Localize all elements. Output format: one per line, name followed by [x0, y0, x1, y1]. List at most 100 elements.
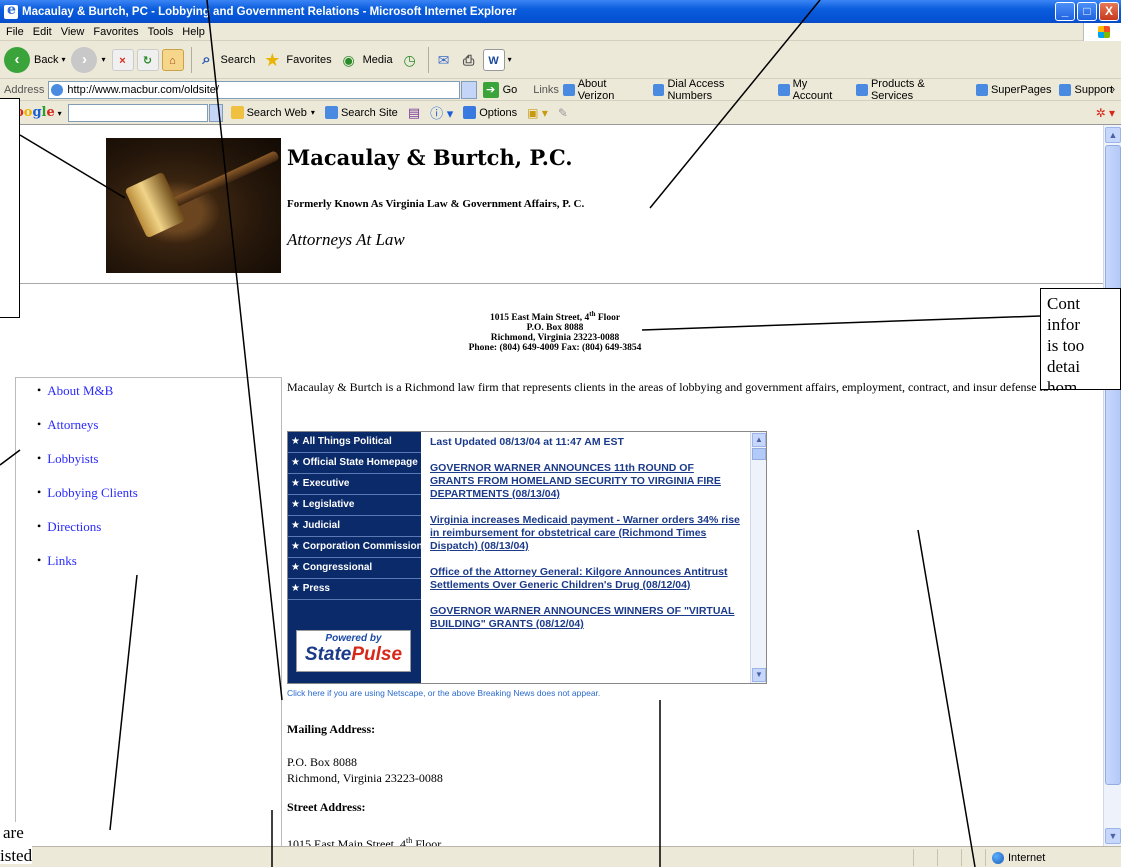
- news-category[interactable]: ★ All Things Political: [288, 432, 421, 453]
- chevron-right-icon[interactable]: »: [1109, 84, 1115, 95]
- options-button[interactable]: Options: [463, 106, 517, 119]
- street-address: 1015 East Main Street, 4th Floor: [287, 836, 442, 846]
- search-web-button[interactable]: Search Web ▾: [230, 106, 315, 119]
- status-cell: [937, 849, 961, 866]
- nav-item: About M&B: [37, 383, 138, 417]
- news-scroll-thumb[interactable]: [752, 448, 766, 460]
- link-products-services[interactable]: Products & Services: [856, 78, 968, 102]
- window-title: Macaulay & Burtch, PC - Lobbying and Gov…: [22, 5, 517, 18]
- statepulse-logo[interactable]: Powered by StatePulse: [296, 630, 411, 672]
- news-category[interactable]: ★ Executive: [288, 474, 421, 495]
- print-icon[interactable]: ⎙: [458, 49, 480, 71]
- go-button[interactable]: ➔ Go: [482, 81, 518, 98]
- info-icon[interactable]: ⓘ ▾: [430, 103, 453, 122]
- menu-help[interactable]: Help: [182, 26, 205, 38]
- search-button[interactable]: ⌕ Search: [196, 49, 255, 71]
- nav-lobbyists[interactable]: Lobbyists: [47, 451, 98, 467]
- highlighter-icon[interactable]: ✎: [558, 106, 568, 120]
- google-search-input[interactable]: [67, 103, 208, 122]
- chevron-down-icon: ▾: [101, 55, 106, 64]
- word-edit-icon[interactable]: W: [482, 48, 505, 71]
- link-dial-access[interactable]: Dial Access Numbers: [652, 78, 770, 102]
- popup-blocker-icon[interactable]: ▣ ▾: [527, 106, 548, 120]
- link-my-account[interactable]: My Account: [777, 78, 848, 102]
- links-label: Links: [533, 83, 559, 96]
- mail-icon[interactable]: ✉: [433, 49, 455, 71]
- callout-text: Cont infor is too detai hom: [1047, 294, 1085, 390]
- news-category[interactable]: ★ Legislative: [288, 495, 421, 516]
- nav-attorneys[interactable]: Attorneys: [47, 417, 98, 433]
- history-icon[interactable]: ◷: [399, 49, 421, 71]
- news-updated-time: Last Updated 08/13/04 at 11:47 AM EST: [430, 436, 624, 448]
- address-label: Address: [4, 83, 45, 96]
- search-site-button[interactable]: Search Site: [324, 106, 398, 119]
- news-headline[interactable]: GOVERNOR WARNER ANNOUNCES WINNERS OF "VI…: [430, 605, 740, 631]
- link-about-verizon[interactable]: About Verizon: [562, 78, 645, 102]
- nav-about[interactable]: About M&B: [47, 383, 113, 399]
- breaking-news-widget: ★ All Things Political ★ Official State …: [287, 431, 767, 684]
- news-category[interactable]: ★ Corporation Commission: [288, 537, 423, 558]
- nav-links[interactable]: Links: [47, 553, 77, 569]
- toolbar-options-icon[interactable]: ✲ ▾: [1096, 106, 1115, 120]
- menu-tools[interactable]: Tools: [148, 26, 174, 38]
- search-web-label: Search Web: [246, 106, 307, 119]
- news-icon[interactable]: ▤: [408, 105, 420, 121]
- nav-lobbying-clients[interactable]: Lobbying Clients: [47, 485, 138, 501]
- menu-view[interactable]: View: [61, 26, 85, 38]
- scroll-down-icon[interactable]: ▼: [752, 668, 766, 682]
- mailing-line: Richmond, Virginia 23223-0088: [287, 771, 443, 785]
- chevron-down-icon[interactable]: ▾: [508, 55, 512, 64]
- news-headline[interactable]: Virginia increases Medicaid payment - Wa…: [430, 514, 740, 553]
- news-category[interactable]: ★ Judicial: [288, 516, 421, 537]
- maximize-button[interactable]: □: [1077, 2, 1097, 21]
- scroll-down-icon[interactable]: ▼: [1105, 828, 1121, 844]
- page-scroll-thumb[interactable]: [1105, 145, 1121, 785]
- news-category[interactable]: ★ Official State Homepage: [288, 453, 421, 474]
- link-superpages[interactable]: SuperPages: [975, 83, 1052, 96]
- nav-directions[interactable]: Directions: [47, 519, 101, 535]
- standard-toolbar: ‹ Back ▾ › ▾ × ↻ ⌂ ⌕ Search ★ Favorites …: [0, 41, 1121, 79]
- scroll-up-icon[interactable]: ▲: [1105, 127, 1121, 143]
- page-scrollbar[interactable]: ▲ ▼: [1103, 125, 1121, 846]
- media-icon: ◉: [342, 51, 355, 68]
- news-headline[interactable]: Office of the Attorney General: Kilgore …: [430, 566, 740, 592]
- news-headline[interactable]: GOVERNOR WARNER ANNOUNCES 11th ROUND OF …: [430, 462, 740, 501]
- netscape-link[interactable]: Click here if you are using Netscape, or…: [287, 688, 600, 698]
- page-icon: [51, 83, 64, 96]
- close-button[interactable]: X: [1099, 2, 1119, 21]
- link-page-icon: [975, 83, 988, 96]
- nav-item: Directions: [37, 519, 138, 553]
- chevron-down-icon: ▾: [61, 55, 66, 64]
- link-page-icon: [777, 83, 790, 96]
- minimize-button[interactable]: _: [1055, 2, 1075, 21]
- news-category[interactable]: ★ Press: [288, 579, 421, 600]
- back-button[interactable]: ‹ Back ▾: [4, 46, 66, 73]
- menu-edit[interactable]: Edit: [33, 26, 52, 38]
- gavel-handle: [171, 150, 280, 208]
- menu-file[interactable]: File: [6, 26, 24, 38]
- scroll-up-icon[interactable]: ▲: [752, 433, 766, 447]
- annotation-callout-bottom-left: are isted: [0, 822, 33, 865]
- menu-favorites[interactable]: Favorites: [93, 26, 138, 38]
- address-url: http://www.macbur.com/oldsite/: [67, 83, 219, 96]
- address-input[interactable]: http://www.macbur.com/oldsite/: [48, 80, 460, 99]
- media-button[interactable]: ◉ Media: [338, 49, 393, 71]
- window-controls: _ □ X: [1055, 2, 1119, 21]
- refresh-icon[interactable]: ↻: [136, 48, 159, 71]
- forward-arrow-icon: ›: [71, 46, 98, 73]
- status-bar: Internet: [0, 846, 1121, 867]
- link-label: SuperPages: [990, 83, 1052, 96]
- home-icon[interactable]: ⌂: [161, 48, 184, 71]
- favorites-button[interactable]: ★ Favorites: [261, 49, 331, 71]
- link-support[interactable]: Support: [1059, 83, 1113, 96]
- mailing-address: P.O. Box 8088 Richmond, Virginia 23223-0…: [287, 754, 443, 786]
- stop-icon[interactable]: ×: [111, 48, 134, 71]
- news-category[interactable]: ★ Congressional: [288, 558, 421, 579]
- tagline: Attorneys At Law: [287, 230, 405, 249]
- favorites-label: Favorites: [286, 53, 332, 66]
- go-label: Go: [502, 83, 518, 96]
- google-search-dropdown[interactable]: [208, 103, 223, 122]
- forward-button[interactable]: › ▾: [71, 46, 106, 73]
- address-dropdown[interactable]: [460, 80, 477, 99]
- news-scrollbar[interactable]: ▲ ▼: [750, 432, 766, 683]
